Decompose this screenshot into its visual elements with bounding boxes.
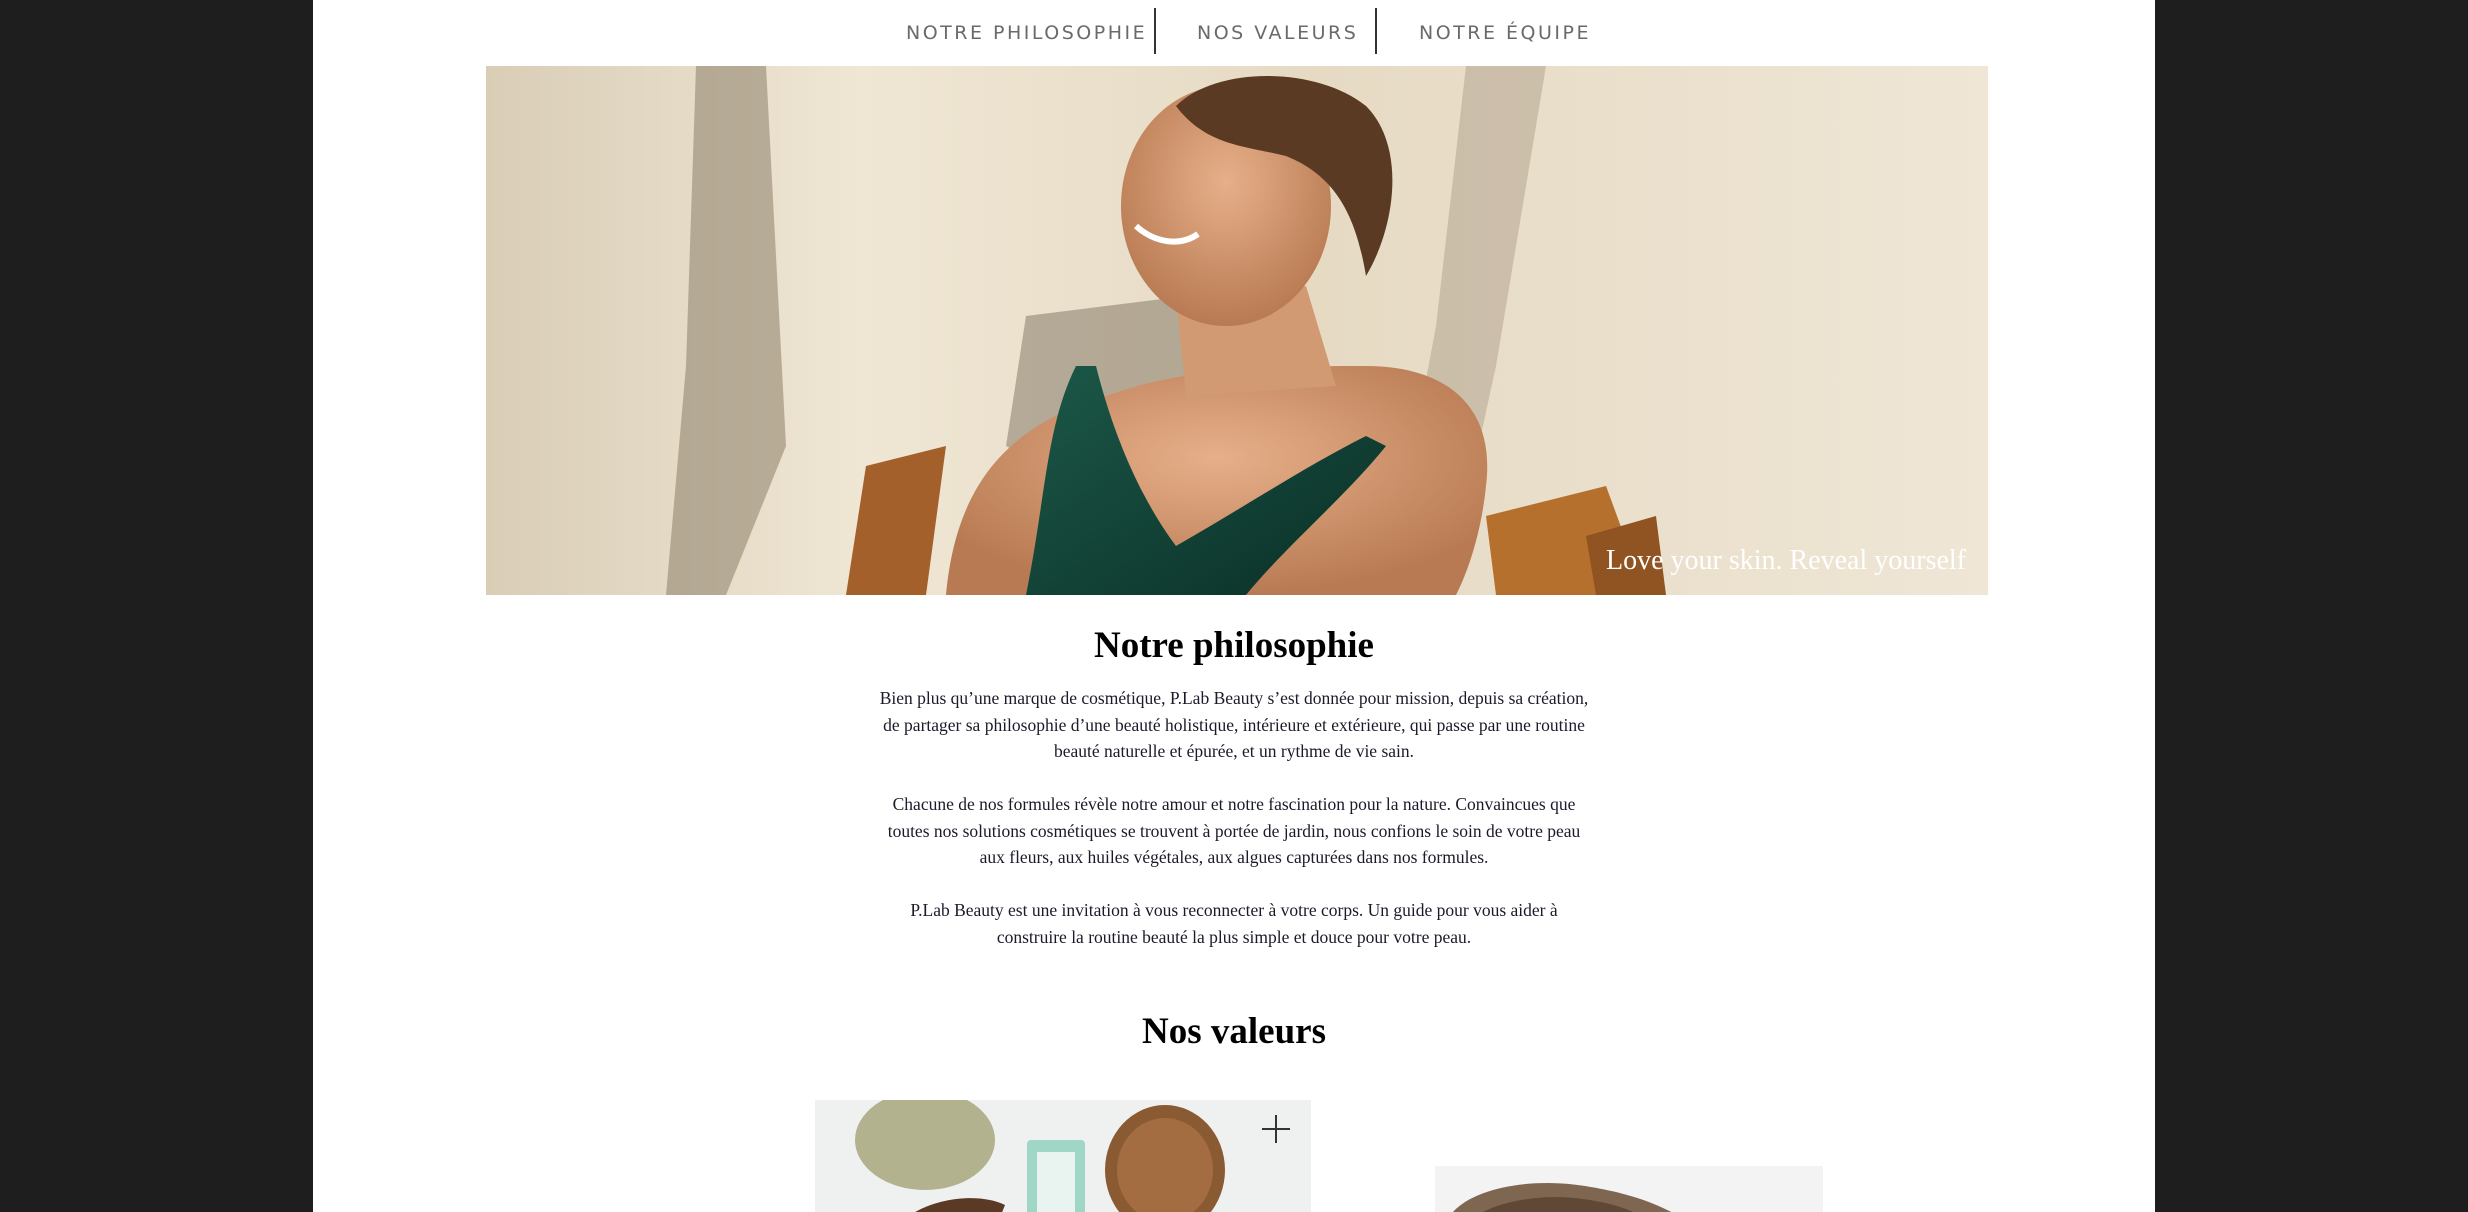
paragraph-line: Chacune de nos formules révèle notre amo… — [892, 794, 1576, 814]
top-navigation: NOTRE PHILOSOPHIE NOS VALEURS NOTRE ÉQUI… — [313, 0, 2155, 66]
hero-image — [486, 66, 1988, 595]
nav-divider — [1154, 8, 1156, 54]
philosophy-paragraph: Bien plus qu’une marque de cosmétique, P… — [871, 685, 1597, 765]
paragraph-line: construire la routine beauté la plus sim… — [996, 926, 1472, 947]
paragraph-line: de partager sa philosophie d’une beauté … — [883, 714, 1585, 735]
paragraph-line: beauté naturelle et épurée, et un rythme… — [1053, 741, 1415, 761]
nav-divider — [1375, 8, 1377, 54]
hero-banner: Love your skin. Reveal yourself — [486, 66, 1988, 595]
nav-item-notre-equipe[interactable]: NOTRE ÉQUIPE — [1419, 18, 1591, 48]
paragraph-line: Bien plus qu’une marque de cosmétique, P… — [879, 688, 1589, 708]
paragraph-line: P.Lab Beauty est une invitation à vous r… — [910, 900, 1558, 920]
values-title: Nos valeurs — [1142, 1011, 1326, 1052]
philosophy-paragraph: Chacune de nos formules révèle notre amo… — [871, 791, 1597, 871]
nav-item-notre-philosophie[interactable]: NOTRE PHILOSOPHIE — [906, 18, 1147, 48]
value-image-texture[interactable] — [1435, 1166, 1823, 1212]
value-image-ingredients[interactable] — [815, 1100, 1311, 1212]
page: NOTRE PHILOSOPHIE NOS VALEURS NOTRE ÉQUI… — [313, 0, 2155, 1212]
paragraph-line: toutes nos solutions cosmétiques se trou… — [887, 820, 1581, 841]
nav-item-nos-valeurs[interactable]: NOS VALEURS — [1197, 18, 1358, 48]
hero-caption: Love your skin. Reveal yourself — [1605, 545, 1966, 576]
paragraph-line: aux fleurs, aux huiles végétales, aux al… — [979, 847, 1489, 867]
plus-icon[interactable] — [1262, 1115, 1290, 1143]
philosophy-paragraph: P.Lab Beauty est une invitation à vous r… — [871, 897, 1597, 950]
philosophy-title: Notre philosophie — [1094, 625, 1374, 666]
